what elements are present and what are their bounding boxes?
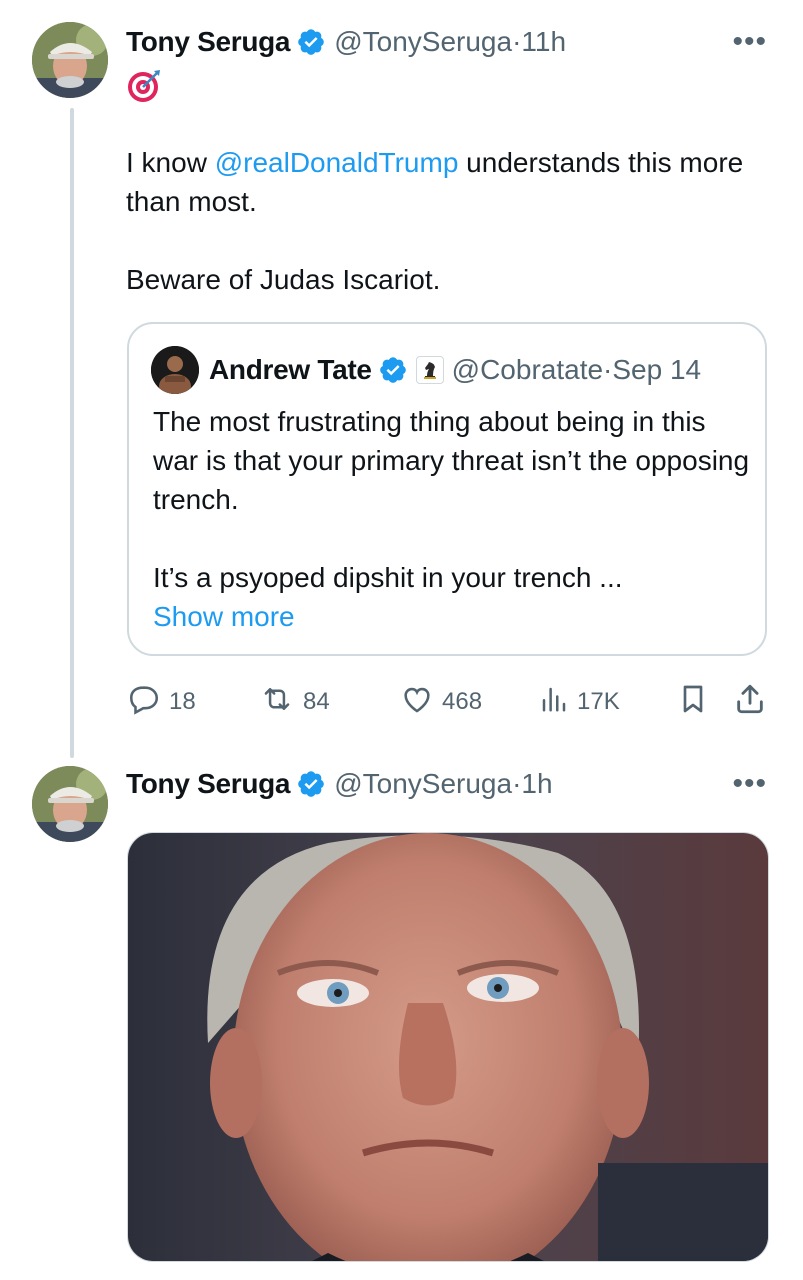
- quoted-paragraph-2: It’s a psyoped dipshit in your trench ..…: [153, 562, 623, 593]
- retweet-count: 84: [303, 688, 330, 715]
- quoted-author-avatar[interactable]: [151, 346, 199, 394]
- share-button[interactable]: [733, 682, 775, 722]
- thread-connector-line: [70, 108, 74, 758]
- reply-count: 18: [169, 688, 196, 715]
- bookmark-icon: [677, 682, 717, 723]
- views-count: 17K: [577, 688, 620, 715]
- tweet-header: Tony Seruga @TonySeruga · 11h: [126, 22, 566, 62]
- more-icon[interactable]: •••: [732, 27, 767, 57]
- tweet-header: Tony Seruga @TonySeruga · 1h: [126, 764, 553, 804]
- show-more-link[interactable]: Show more: [153, 597, 753, 636]
- quoted-author-handle: @Cobratate: [451, 354, 604, 385]
- separator-dot: ·: [512, 768, 522, 799]
- verified-badge-icon: [296, 27, 326, 57]
- like-icon: [400, 682, 442, 723]
- verified-badge-icon: [296, 769, 326, 799]
- views-button[interactable]: 17K: [539, 682, 620, 722]
- author-avatar[interactable]: [32, 766, 108, 842]
- author-name[interactable]: Tony Seruga: [126, 26, 291, 58]
- mention-link[interactable]: @realDonaldTrump: [215, 147, 459, 178]
- reply-icon: [127, 682, 169, 723]
- tweet-media-image[interactable]: [127, 832, 769, 1262]
- author-handle[interactable]: @TonySeruga: [334, 768, 512, 800]
- retweet-button[interactable]: 84: [259, 682, 330, 722]
- views-icon: [539, 682, 577, 723]
- tweet-paragraph-2: Beware of Judas Iscariot.: [126, 264, 441, 295]
- author-handle[interactable]: @TonySeruga: [334, 26, 512, 58]
- quoted-author-name: Andrew Tate: [209, 354, 372, 385]
- separator-dot: ·: [603, 354, 613, 385]
- quoted-tweet-header: Andrew Tate @Cobratate · Sep 14: [209, 350, 701, 390]
- like-button[interactable]: 468: [400, 682, 482, 722]
- retweet-icon: [259, 682, 303, 723]
- quoted-paragraph-1: The most frustrating thing about being i…: [153, 406, 750, 515]
- tweet-paragraph-1: I know @realDonaldTrump understands this…: [126, 143, 746, 221]
- reply-button[interactable]: 18: [127, 682, 196, 722]
- quoted-tweet-card[interactable]: Andrew Tate @Cobratate · Sep 14 The most…: [127, 322, 767, 656]
- share-icon: [733, 682, 775, 723]
- tweet-time[interactable]: 11h: [521, 26, 566, 58]
- more-icon[interactable]: •••: [732, 769, 767, 799]
- tweet-time[interactable]: 1h: [521, 768, 552, 800]
- quoted-tweet-body: The most frustrating thing about being i…: [153, 402, 753, 636]
- chess-knight-icon: [415, 356, 444, 384]
- author-avatar[interactable]: [32, 22, 108, 98]
- tweet-text-part: I know: [126, 147, 215, 178]
- bookmark-button[interactable]: [677, 682, 717, 722]
- quoted-tweet-date: Sep 14: [612, 354, 702, 385]
- separator-dot: ·: [512, 26, 522, 57]
- tweet-body: I know @realDonaldTrump understands this…: [126, 143, 746, 299]
- author-name[interactable]: Tony Seruga: [126, 768, 291, 800]
- like-count: 468: [442, 688, 483, 715]
- tweet-action-bar: 18 84 468 17K: [127, 682, 767, 722]
- verified-badge-icon: [378, 355, 408, 385]
- target-emoji: [126, 68, 162, 109]
